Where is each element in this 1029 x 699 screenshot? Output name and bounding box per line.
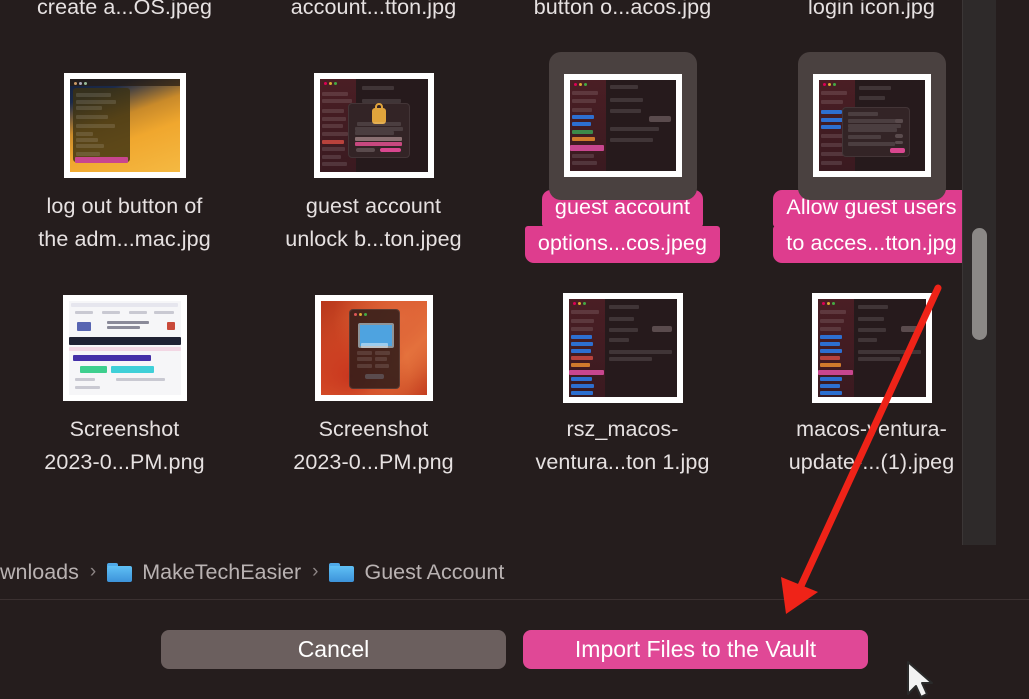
file-thumbnail[interactable] bbox=[50, 291, 200, 405]
file-label-group: macos-ventura- update-...(1).jpeg bbox=[789, 413, 955, 479]
file-thumbnail[interactable] bbox=[797, 52, 947, 200]
file-label-group: Screenshot 2023-0...PM.png bbox=[293, 413, 453, 479]
list-item[interactable]: login icon.jpg bbox=[747, 0, 996, 46]
list-item[interactable]: create a...OS.jpeg bbox=[0, 0, 249, 46]
file-label: create a...OS.jpeg bbox=[36, 0, 213, 19]
dialog-footer: Cancel Import Files to the Vault bbox=[0, 600, 1029, 699]
breadcrumb-label: wnloads bbox=[0, 559, 79, 584]
file-thumbnail[interactable] bbox=[797, 291, 947, 405]
file-label: update-...(1).jpeg bbox=[788, 450, 955, 474]
list-item[interactable]: rsz_macos- ventura...ton 1.jpg bbox=[498, 291, 747, 479]
file-label: guest account bbox=[305, 194, 442, 218]
breadcrumb[interactable]: wnloads › MakeTechEasier › Guest Account bbox=[0, 545, 1029, 600]
file-label: unlock b...ton.jpeg bbox=[285, 227, 462, 251]
file-label: Screenshot bbox=[318, 417, 429, 441]
breadcrumb-label: MakeTechEasier bbox=[142, 559, 302, 584]
list-item[interactable]: guest account unlock b...ton.jpeg bbox=[249, 68, 498, 263]
file-label: login icon.jpg bbox=[808, 0, 935, 19]
file-label: button o...acos.jpg bbox=[533, 0, 712, 19]
file-label: rsz_macos- bbox=[566, 417, 679, 441]
breadcrumb-label: Guest Account bbox=[364, 559, 505, 584]
folder-icon bbox=[107, 562, 133, 582]
file-thumbnail[interactable] bbox=[50, 68, 200, 182]
file-label-group: guest account unlock b...ton.jpeg bbox=[285, 190, 461, 256]
breadcrumb-item-maketecheasier[interactable]: MakeTechEasier bbox=[107, 560, 301, 585]
file-label: 2023-0...PM.png bbox=[44, 450, 205, 474]
chevron-right-icon: › bbox=[312, 561, 319, 582]
list-item[interactable]: macos-ventura- update-...(1).jpeg bbox=[747, 291, 996, 479]
cancel-button[interactable]: Cancel bbox=[161, 630, 506, 669]
list-item-selected[interactable]: Allow guest users to acces...tton.jpg bbox=[747, 52, 996, 263]
file-thumbnail[interactable] bbox=[299, 68, 449, 182]
folder-icon bbox=[329, 562, 355, 582]
list-item[interactable]: Screenshot 2023-0...PM.png bbox=[249, 291, 498, 479]
file-label: account...tton.jpg bbox=[290, 0, 457, 19]
list-item[interactable]: account...tton.jpg bbox=[249, 0, 498, 46]
breadcrumb-item-downloads[interactable]: wnloads bbox=[0, 560, 79, 585]
file-label-group: log out button of the adm...mac.jpg bbox=[38, 190, 211, 256]
file-label: log out button of bbox=[46, 194, 203, 218]
list-item[interactable]: Screenshot 2023-0...PM.png bbox=[0, 291, 249, 479]
list-item-selected[interactable]: guest account options...cos.jpeg bbox=[498, 52, 747, 263]
file-label: the adm...mac.jpg bbox=[38, 227, 211, 251]
file-label: ventura...ton 1.jpg bbox=[535, 450, 710, 474]
file-label-group: rsz_macos- ventura...ton 1.jpg bbox=[535, 413, 709, 479]
breadcrumb-item-guest-account[interactable]: Guest Account bbox=[329, 560, 504, 585]
file-import-dialog: create a...OS.jpeg account...tton.jpg bu… bbox=[0, 0, 1029, 699]
file-label: Screenshot bbox=[69, 417, 180, 441]
file-thumbnail[interactable] bbox=[548, 291, 698, 405]
file-label-group: guest account options...cos.jpeg bbox=[524, 190, 721, 263]
file-grid[interactable]: create a...OS.jpeg account...tton.jpg bu… bbox=[0, 0, 996, 545]
grid-row-middle: log out button of the adm...mac.jpg gues… bbox=[0, 52, 996, 263]
file-label: to acces...tton.jpg bbox=[773, 226, 970, 263]
list-item[interactable]: button o...acos.jpg bbox=[498, 0, 747, 46]
list-item[interactable]: log out button of the adm...mac.jpg bbox=[0, 68, 249, 263]
grid-row-partial-top: create a...OS.jpeg account...tton.jpg bu… bbox=[0, 0, 996, 46]
file-thumbnail[interactable] bbox=[299, 291, 449, 405]
file-label: 2023-0...PM.png bbox=[293, 450, 454, 474]
file-label-group: Screenshot 2023-0...PM.png bbox=[44, 413, 204, 479]
scrollbar-thumb[interactable] bbox=[972, 228, 987, 340]
file-label-group: Allow guest users to acces...tton.jpg bbox=[773, 190, 970, 263]
file-label: macos-ventura- bbox=[796, 417, 947, 441]
import-files-button[interactable]: Import Files to the Vault bbox=[523, 630, 868, 669]
grid-row-bottom: Screenshot 2023-0...PM.png Screenshot 20… bbox=[0, 291, 996, 479]
file-label: options...cos.jpeg bbox=[524, 226, 721, 263]
chevron-right-icon: › bbox=[89, 561, 97, 582]
file-thumbnail[interactable] bbox=[548, 52, 698, 200]
vertical-scrollbar[interactable] bbox=[962, 0, 996, 545]
